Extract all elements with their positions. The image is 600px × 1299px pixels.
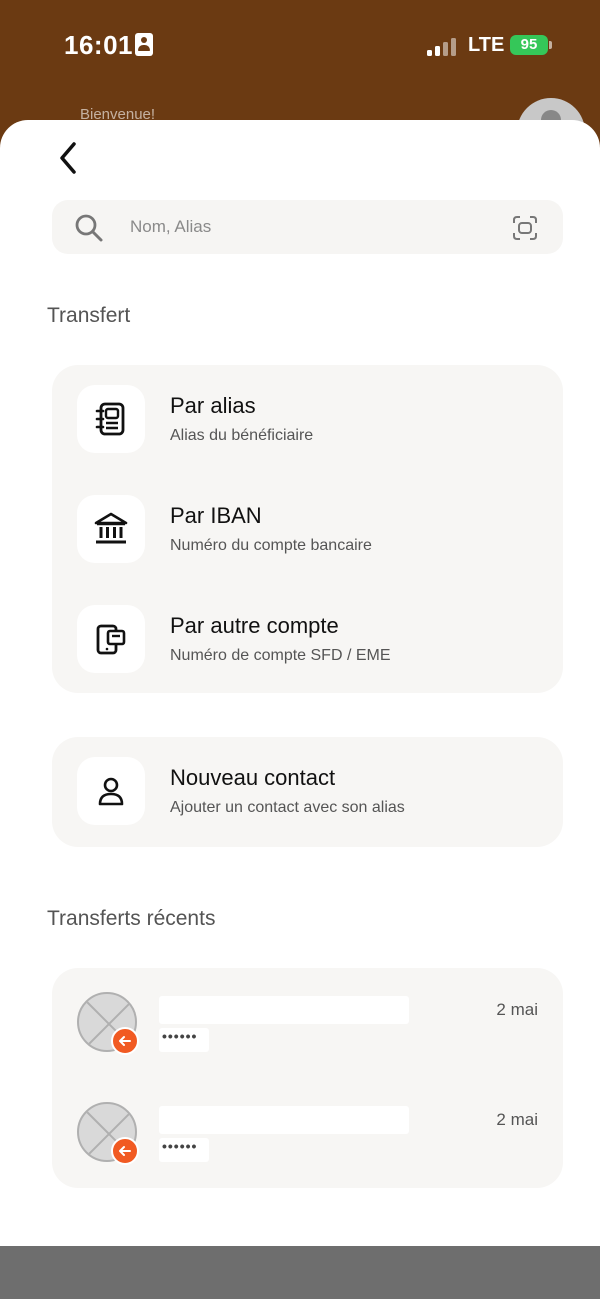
id-card-icon [135,33,153,56]
outgoing-badge [111,1027,139,1055]
person-icon [98,777,124,806]
other-account-option-subtitle: Numéro de compte SFD / EME [170,647,391,664]
chevron-left-icon [60,142,76,174]
arrow-left-icon [119,1036,131,1046]
battery-level: 95 [520,36,538,53]
iban-option-title: Par IBAN [170,503,262,528]
bottom-overlay [0,1246,600,1299]
bank-icon [94,512,128,544]
arrow-left-icon [119,1146,131,1156]
alias-option-title: Par alias [170,393,256,418]
battery-icon: 95 [510,35,552,55]
scan-icon[interactable] [512,215,538,241]
transfer-by-other-account[interactable]: Par autre compte Numéro de compte SFD / … [52,585,563,681]
redacted-name [159,1106,409,1134]
recent-transfers-card: •••••• 2 mai •••••• 2 mai [52,968,563,1188]
alias-option-subtitle: Alias du bénéficiaire [170,427,314,444]
recent-transfer-item[interactable]: •••••• 2 mai [52,968,563,1078]
signal-icon [427,36,459,56]
other-account-option-title: Par autre compte [170,613,339,638]
masked-account: •••••• [162,1138,198,1154]
back-button[interactable] [48,138,88,178]
contact-book-icon [95,402,125,436]
transfer-date: 2 mai [496,1110,538,1129]
new-contact-subtitle: Ajouter un contact avec son alias [170,799,405,816]
outgoing-badge [111,1137,139,1165]
search-input[interactable] [130,210,490,244]
transfer-options-card: Par alias Alias du bénéficiaire Par IBAN… [52,365,563,693]
transfer-sheet: Transfert Par alias Alias du bénéficiair… [0,120,600,1246]
search-icon [75,214,103,242]
wallet-phone-icon-wrap [77,605,145,673]
contact-book-icon-wrap [77,385,145,453]
transfer-date: 2 mai [496,1000,538,1019]
new-contact-button[interactable]: Nouveau contact Ajouter un contact avec … [52,737,563,833]
transfer-by-iban[interactable]: Par IBAN Numéro du compte bancaire [52,475,563,571]
recent-section-title: Transferts récents [47,907,216,930]
recent-transfer-item[interactable]: •••••• 2 mai [52,1078,563,1188]
wallet-phone-icon [96,624,126,655]
transfer-by-alias[interactable]: Par alias Alias du bénéficiaire [52,365,563,461]
person-icon-wrap [77,757,145,825]
iban-option-subtitle: Numéro du compte bancaire [170,537,372,554]
new-contact-title: Nouveau contact [170,765,336,790]
new-contact-card: Nouveau contact Ajouter un contact avec … [52,737,563,847]
masked-account: •••••• [162,1028,198,1044]
bank-icon-wrap [77,495,145,563]
network-type: LTE [468,34,505,56]
redacted-name [159,996,409,1024]
status-bar: 16:01 LTE 95 [0,0,600,90]
transfer-section-title: Transfert [47,304,131,327]
search-bar [52,200,563,254]
status-time: 16:01 [64,30,133,60]
